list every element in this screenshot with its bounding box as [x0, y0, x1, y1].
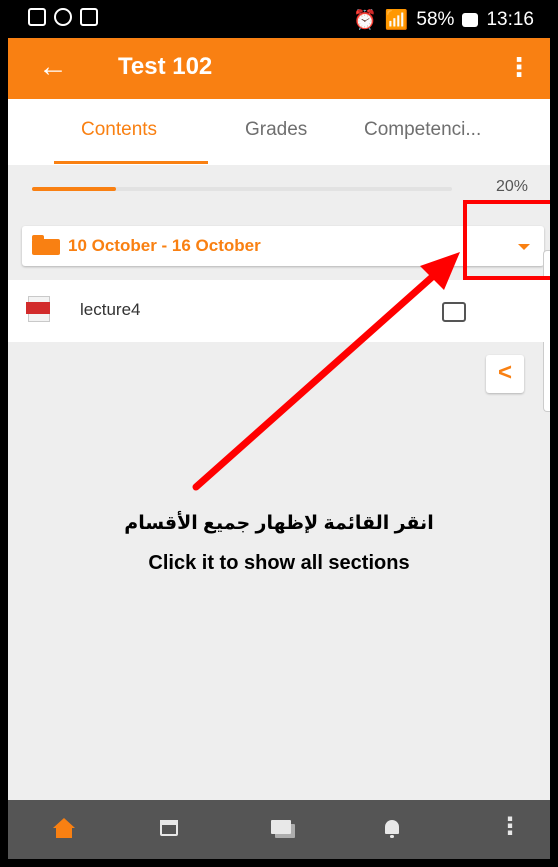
annotation-text-english: Click it to show all sections — [148, 552, 410, 574]
bottom-navigation: ⋮ — [8, 800, 550, 859]
calendar-icon[interactable] — [158, 818, 182, 840]
app-screen: ⏰ 📶 58% 13:16 ← Test 102 ⋮ Contents Grad… — [8, 0, 550, 859]
annotation-arrow-shaft — [192, 266, 444, 491]
more-vert-icon[interactable]: ⋮ — [498, 812, 522, 840]
device-frame: ⏰ 📶 58% 13:16 ← Test 102 ⋮ Contents Grad… — [0, 0, 558, 867]
notifications-icon[interactable] — [381, 818, 405, 840]
annotation-text-arabic: انقر القائمة لإظهار جميع الأقسام — [124, 513, 434, 534]
home-icon[interactable] — [52, 818, 76, 840]
annotation-arrow — [192, 252, 460, 491]
messages-icon[interactable] — [271, 818, 295, 840]
